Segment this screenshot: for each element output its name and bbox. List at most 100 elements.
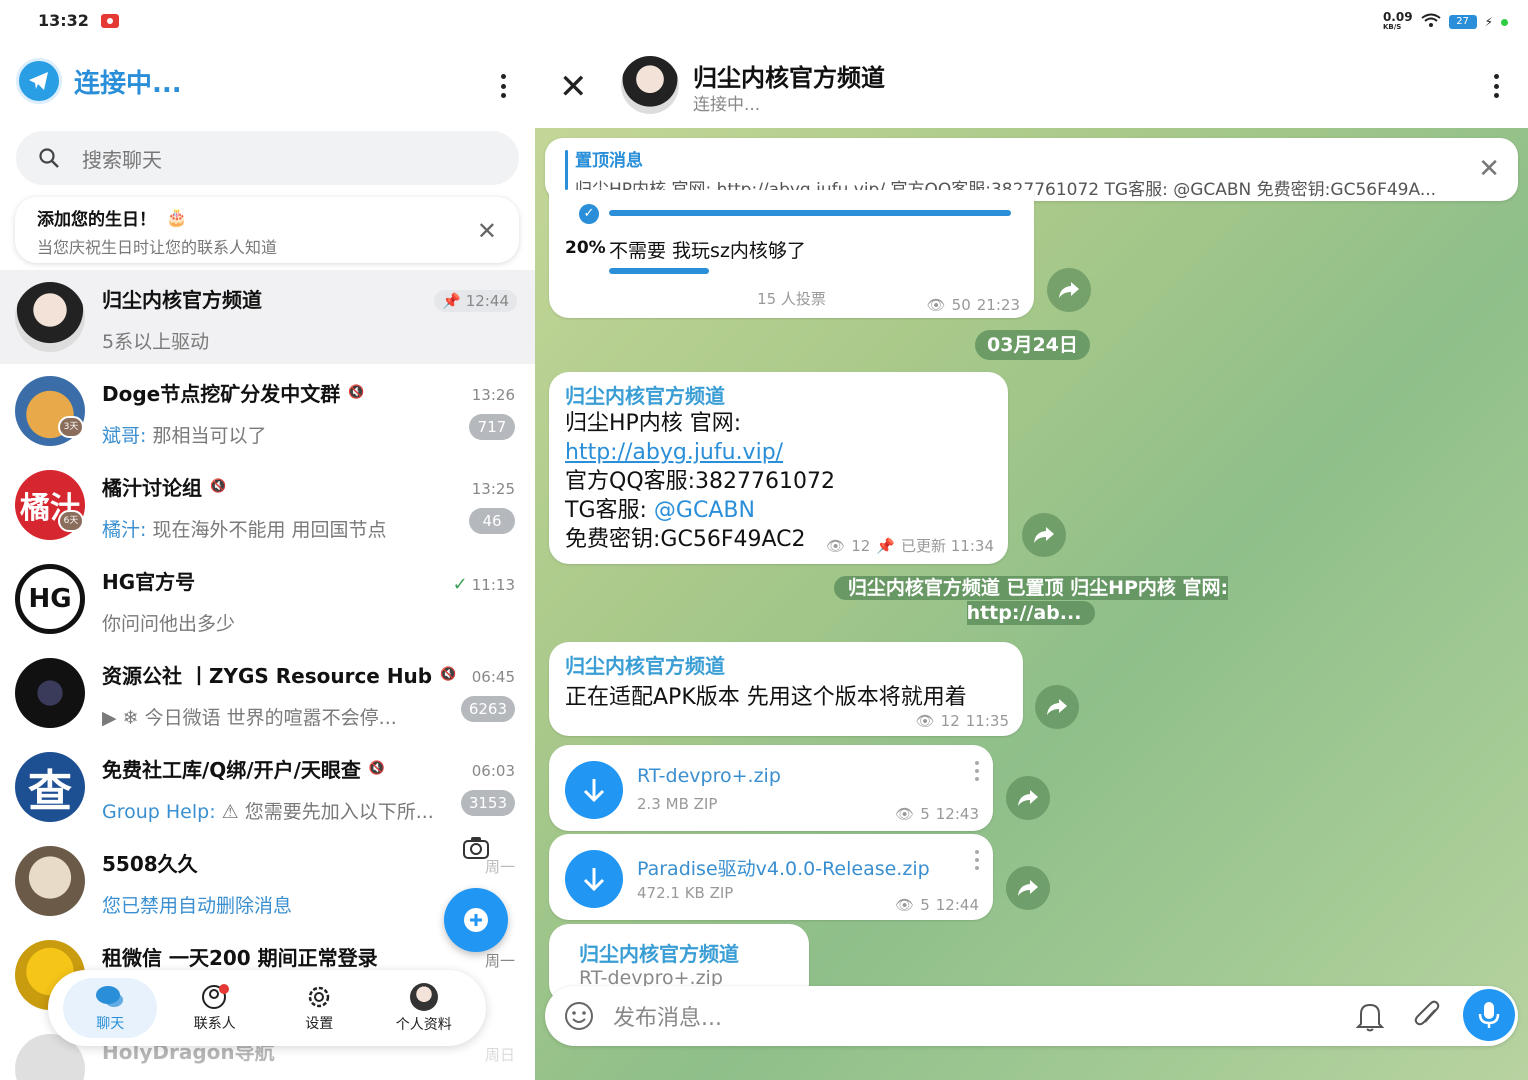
poll-result-bar: [609, 210, 1011, 216]
message-input[interactable]: 发布消息...: [545, 986, 1518, 1046]
muted-icon: 🔇: [348, 385, 365, 400]
file-name[interactable]: Paradise驱动v4.0.0-Release.zip: [637, 854, 930, 881]
message-link[interactable]: http://abyg.jufu.vip/: [565, 440, 783, 465]
service-message[interactable]: 归尘内核官方频道 已置顶 归尘HP内核 官网: http://ab...: [807, 576, 1255, 626]
download-icon: [583, 779, 605, 803]
new-chat-button[interactable]: [444, 888, 508, 952]
close-icon[interactable]: ✕: [477, 219, 497, 243]
close-icon[interactable]: ✕: [559, 70, 588, 104]
pinned-time: 📌 12:44: [434, 290, 517, 312]
chat-item-guichen-channel[interactable]: 归尘内核官方频道 5系以上驱动 📌 12:44: [0, 270, 535, 364]
message-author[interactable]: 归尘内核官方频道: [579, 938, 795, 967]
microphone-icon: [1478, 1002, 1500, 1028]
unread-badge: 3153: [460, 790, 515, 816]
share-icon: [1059, 282, 1079, 298]
tab-contacts[interactable]: 联系人: [168, 978, 262, 1038]
record-voice-button[interactable]: [1463, 989, 1515, 1041]
forward-button[interactable]: [1022, 513, 1066, 557]
poll-result-bar: [609, 268, 709, 274]
pin-icon: 📌: [442, 292, 466, 310]
birthday-subtitle: 当您庆祝生日时让您的联系人知道: [37, 238, 278, 257]
eye-icon: 👁: [915, 712, 935, 730]
channel-menu-kebab-icon[interactable]: [1493, 74, 1499, 98]
unread-badge: 6263: [460, 696, 515, 722]
tab-settings[interactable]: 设置: [272, 978, 366, 1038]
camera-icon[interactable]: [462, 836, 490, 867]
chat-item-juzhi[interactable]: 橘汁 6天 橘汁讨论组 🔇 橘汁: 现在海外不能用 用回国节点 13:25 46: [0, 458, 535, 552]
video-thumb-icon: ▶ ❄: [102, 707, 145, 729]
wifi-icon: [1420, 13, 1441, 31]
message-author[interactable]: 归尘内核官方频道: [565, 380, 992, 409]
message-author[interactable]: 归尘内核官方频道: [565, 650, 1007, 679]
download-button[interactable]: [565, 761, 623, 819]
forward-button[interactable]: [1006, 776, 1050, 820]
screen-record-icon: [100, 13, 119, 28]
message-meta: 👁 12 11:35: [915, 712, 1009, 730]
share-icon: [1018, 790, 1038, 806]
message-meta: 👁 5 12:44: [895, 896, 979, 914]
emoji-icon[interactable]: [563, 1000, 595, 1032]
attach-icon[interactable]: [1413, 1000, 1443, 1032]
share-icon: [1034, 527, 1054, 543]
birthday-prompt[interactable]: 添加您的生日！ 🎂 当您庆祝生日时让您的联系人知道 ✕: [15, 197, 519, 263]
chat-item-sgk[interactable]: 查 免费社工库/Q绑/开户/天眼查 🔇 Group Help: ⚠ 您需要先加入以…: [0, 740, 535, 834]
chat-name: 5508久久: [102, 852, 198, 876]
poll-option: 不需要 我玩sz内核够了: [609, 240, 806, 262]
chat-item-hg[interactable]: HG HG官方号 你问问他出多少 ✓ 11:13: [0, 552, 535, 646]
chat-list-pane: 13:32 连接中... 搜索聊天 添加您的生日！ 🎂 当您庆祝生日时让您的联系人…: [0, 0, 535, 1080]
story-badge: 3天: [58, 416, 84, 438]
chat-time: 13:25: [471, 480, 515, 498]
message-meta: 👁 5 12:43: [895, 805, 979, 823]
unread-badge: 46: [469, 508, 515, 534]
channel-title[interactable]: 归尘内核官方频道: [693, 58, 885, 93]
status-bar: 13:32: [38, 11, 119, 30]
charging-icon: ⚡: [1484, 15, 1493, 29]
bell-icon[interactable]: [1355, 1000, 1385, 1032]
chat-preview: 今日微语 世界的喧嚣不会停...: [144, 707, 397, 729]
chat-list: 归尘内核官方频道 5系以上驱动 📌 12:44 3天 Doge节点挖矿分发中文群…: [0, 270, 535, 1080]
tab-label: 联系人: [193, 1015, 236, 1032]
close-icon[interactable]: ✕: [1478, 154, 1500, 184]
birthday-title: 添加您的生日！: [37, 210, 156, 230]
telegram-logo-icon: [16, 58, 62, 104]
menu-kebab-icon[interactable]: [500, 74, 506, 98]
channel-avatar[interactable]: [621, 56, 679, 114]
chat-item-zygs[interactable]: 资源公社 丨ZYGS Resource Hub 🔇 ▶ ❄ 今日微语 世界的喧嚣不…: [0, 646, 535, 740]
search-input[interactable]: 搜索聊天: [16, 131, 519, 185]
avatar: [15, 846, 85, 916]
muted-icon: 🔇: [210, 479, 227, 494]
channel-message: 归尘内核官方频道 归尘HP内核 官网: http://abyg.jufu.vip…: [549, 372, 1008, 564]
unread-badge: 717: [469, 414, 515, 440]
mention-link[interactable]: @GCABN: [654, 498, 755, 523]
net-unit: KB/S: [1382, 23, 1402, 31]
forward-button[interactable]: [1006, 866, 1050, 910]
download-button[interactable]: [565, 850, 623, 908]
chats-icon: [96, 985, 124, 1007]
chat-item-doge[interactable]: 3天 Doge节点挖矿分发中文群 🔇 斌哥: 那相当可以了 13:26 717: [0, 364, 535, 458]
search-icon: [39, 148, 59, 168]
tab-chats[interactable]: 聊天: [63, 978, 158, 1038]
channel-status: 连接中...: [693, 95, 761, 115]
poll-message: ✓ 20% 不需要 我玩sz内核够了 15 人投票 👁 50 21:23: [549, 190, 1034, 318]
tab-profile[interactable]: 个人资料: [377, 978, 471, 1038]
file-menu-kebab-icon[interactable]: [975, 850, 979, 870]
gear-icon: [309, 986, 330, 1007]
app-header: 连接中...: [16, 58, 182, 104]
mic-indicator-icon: [1501, 18, 1508, 26]
share-icon: [1018, 880, 1038, 896]
eye-icon: 👁: [895, 896, 915, 914]
chat-time: ✓ 11:13: [452, 574, 515, 595]
avatar: HG: [15, 564, 85, 634]
avatar: 查: [15, 752, 85, 822]
forward-button[interactable]: [1035, 685, 1079, 729]
eye-icon: 👁: [926, 296, 946, 314]
forward-button[interactable]: [1047, 268, 1091, 312]
eye-icon: 👁: [895, 805, 915, 823]
file-menu-kebab-icon[interactable]: [975, 761, 979, 781]
chat-preview: 你问问他出多少: [102, 613, 236, 635]
net-speed: 0.09: [1382, 10, 1413, 24]
file-name[interactable]: RT-devpro+.zip: [637, 765, 781, 787]
clock: 13:32: [38, 11, 89, 30]
profile-avatar: [409, 982, 438, 1011]
chat-time: 13:26: [471, 386, 515, 404]
